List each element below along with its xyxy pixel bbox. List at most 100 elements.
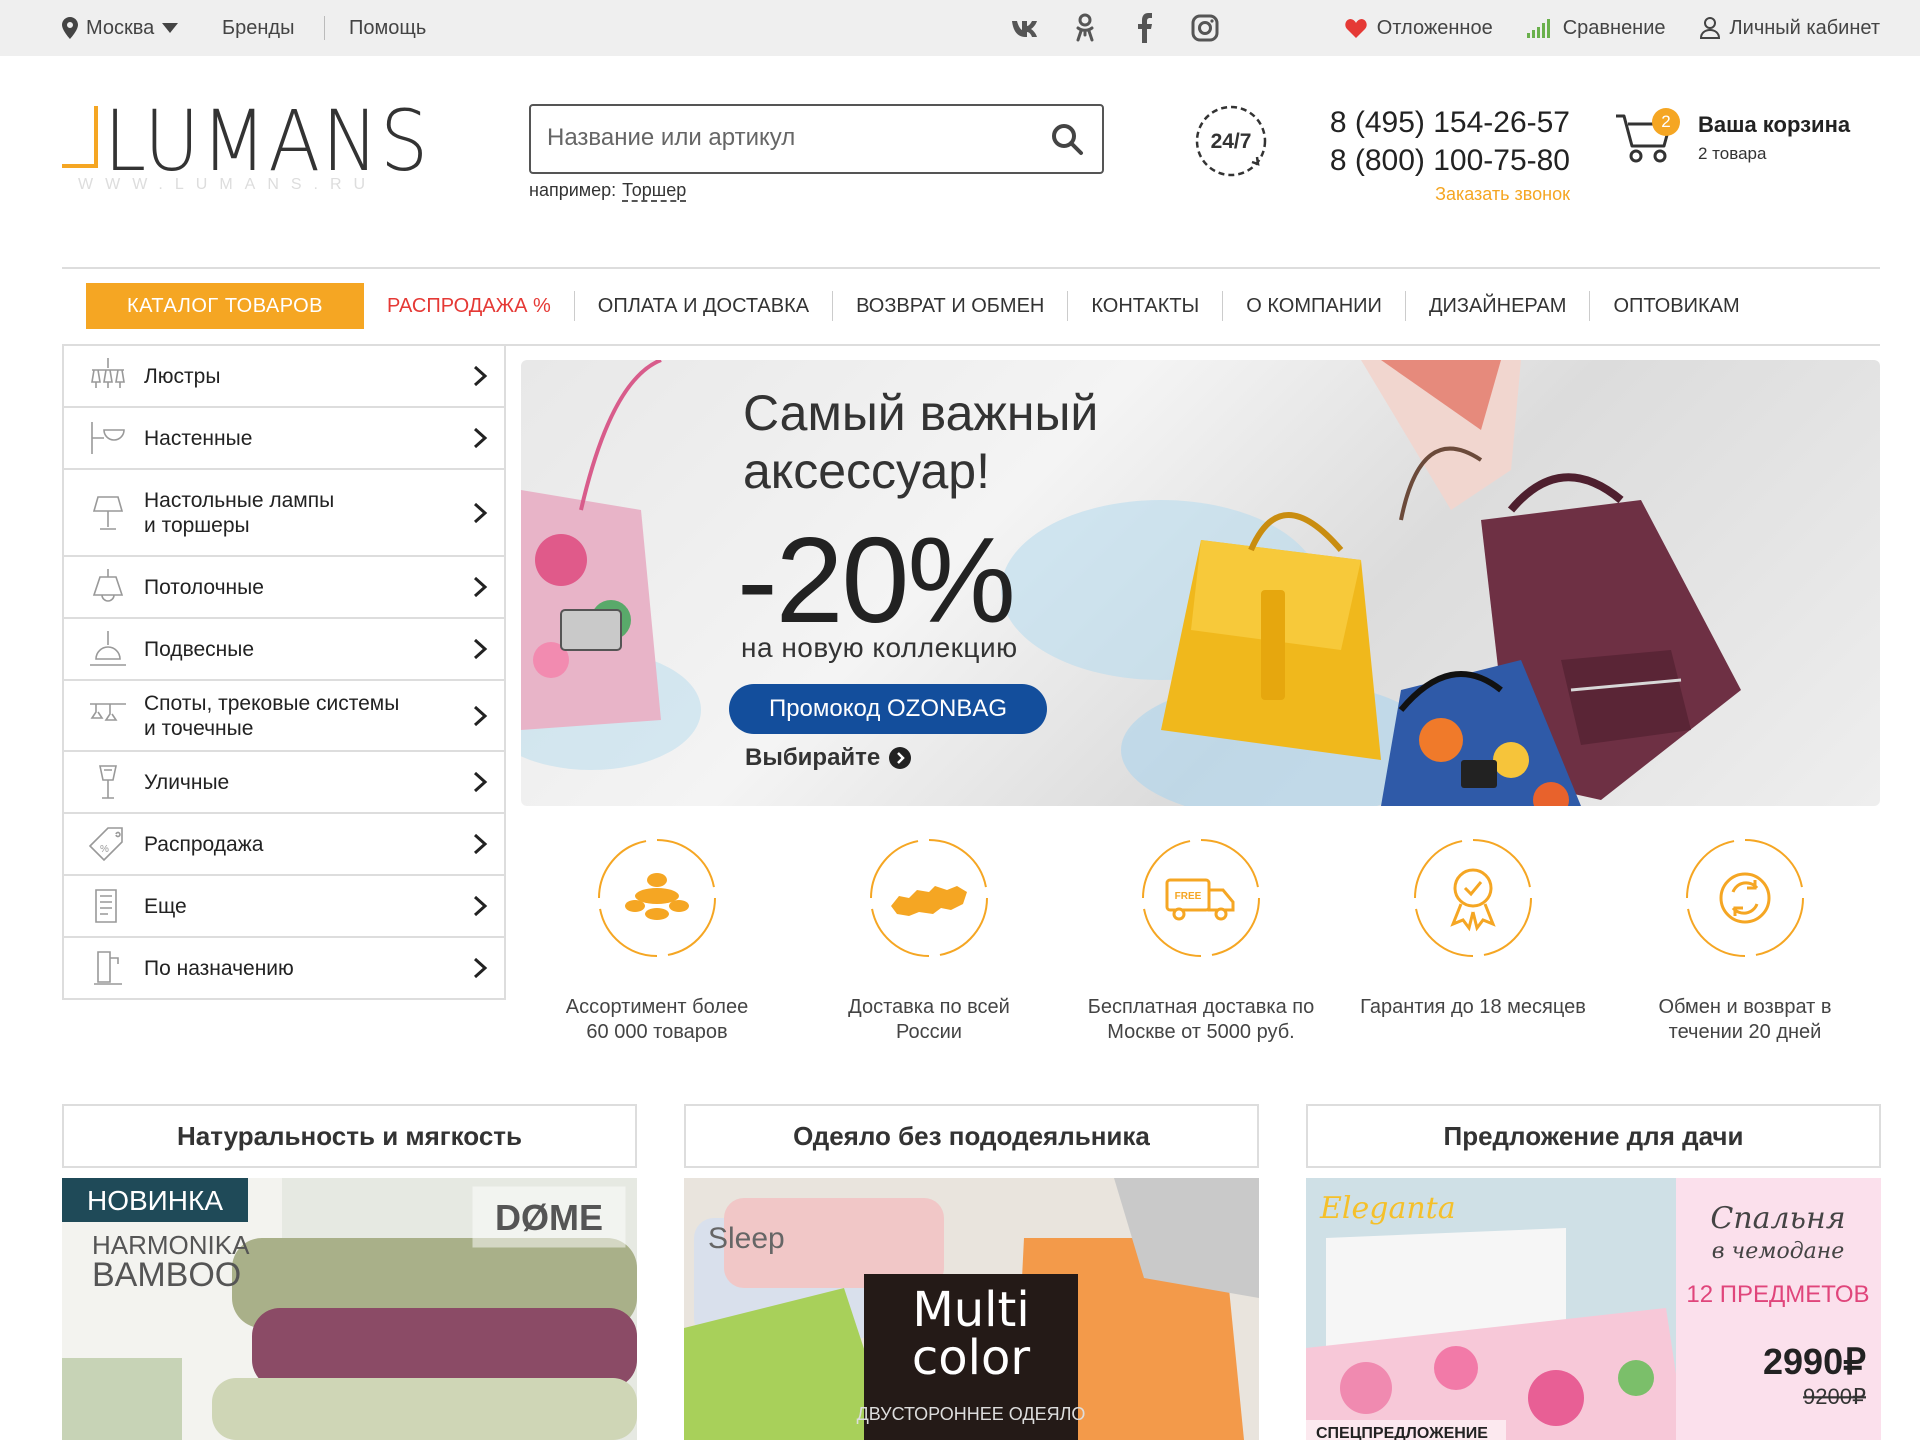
instagram-icon[interactable] [1190,13,1220,43]
sidebar-item-label-2: и точечные [144,716,254,740]
chevron-right-icon [473,365,488,387]
card-tag-2: в чемодане [1712,1239,1845,1264]
city-selector[interactable]: Москва [62,16,179,40]
card-tag: Спальня [1710,1201,1845,1236]
promo-card-blanket[interactable]: Одеяло без пододеяльника Sleep Multi col… [684,1104,1259,1440]
promo-card-dacha[interactable]: Предложение для дачи Eleganta Спальня в … [1306,1104,1881,1440]
sidebar-item-chandeliers[interactable]: Люстры [64,344,504,406]
sidebar-item-more[interactable]: Еще [64,874,504,936]
facebook-icon[interactable] [1130,13,1160,43]
card-title: Предложение для дачи [1306,1104,1881,1168]
brands-link[interactable]: Бренды [222,17,294,40]
nav-contacts[interactable]: КОНТАКТЫ [1067,291,1222,321]
card-tag: НОВИНКА [87,1185,223,1216]
search-hint: например: Торшер [529,180,687,202]
wall-lamp-icon [91,422,125,454]
search-hint-prefix: например: [529,180,617,200]
sidebar-item-label: Распродажа [144,832,264,856]
chevron-right-icon [473,895,488,917]
feature-text-1: Обмен и возврат в [1658,996,1832,1018]
cart[interactable]: 2 Ваша корзина 2 товара [1614,104,1904,174]
card-title: Одеяло без пододеяльника [684,1104,1259,1168]
phone-moscow[interactable]: 8 (495) 154-26-57 [1300,104,1570,142]
card-tag-3: BAMBOO [92,1256,241,1294]
user-links: Отложенное Сравнение Личный кабинет [1345,17,1880,40]
promo-code-badge[interactable]: Промокод OZONBAG [729,684,1047,734]
nav-wholesale[interactable]: ОПТОВИКАМ [1589,291,1762,321]
feature-text-2: 60 000 товаров [586,1021,728,1043]
sidebar-item-label: Уличные [144,770,230,794]
feature-text-2: Москве от 5000 руб. [1107,1021,1295,1043]
cart-count-badge: 2 [1652,108,1680,136]
callback-link[interactable]: Заказать звонок [1300,184,1570,205]
card-image: НОВИНКА HARMONIKA BAMBOO DØME [62,1178,637,1440]
nav-about[interactable]: О КОМПАНИИ [1222,291,1405,321]
promo-banner[interactable]: Самый важный аксессуар! -20% на новую ко… [521,360,1880,806]
cart-title: Ваша корзина [1698,112,1851,137]
table-lamp-icon [92,495,124,530]
nav-designers[interactable]: ДИЗАЙНЕРАМ [1404,291,1590,321]
vk-icon[interactable] [1010,13,1040,43]
card-brand: DØME [495,1197,603,1238]
sidebar-item-spots[interactable]: Споты, трековые системы и точечные [64,679,504,750]
sidebar-item-wall[interactable]: Настенные [64,406,504,468]
nav-returns[interactable]: ВОЗВРАТ И ОБМЕН [832,291,1067,321]
heart-icon [1345,19,1367,38]
feature-guarantee: Гарантия до 18 месяцев [1337,836,1609,1020]
phone-free[interactable]: 8 (800) 100-75-80 [1300,142,1570,180]
features: Ассортимент более 60 000 товаров Доставка… [521,836,1880,1043]
feature-text-1: Гарантия до 18 месяцев [1360,996,1586,1018]
search-icon[interactable] [1050,122,1084,156]
logo-url: WWW.LUMANS.RU [78,176,378,193]
social-links [1010,13,1220,43]
ceiling-lamp-icon [92,569,124,602]
feature-exchange: Обмен и возврат в течении 20 дней [1609,836,1881,1045]
card-brand: Eleganta [1319,1191,1456,1226]
banner-cta[interactable]: Выбирайте [745,744,912,772]
chevron-right-icon [473,427,488,449]
chevron-right-icon [473,957,488,979]
sidebar-item-pendant[interactable]: Подвесные [64,617,504,679]
feature-text-1: Бесплатная доставка по [1087,996,1315,1018]
search-input[interactable] [531,106,1011,170]
favorites-link[interactable]: Отложенное [1345,17,1493,40]
feature-assortment: Ассортимент более 60 000 товаров [521,836,793,1045]
chevron-down-icon [162,23,179,33]
banner-headline: Самый важный аксессуар! [743,384,1098,500]
catalog-button[interactable]: КАТАЛОГ ТОВАРОВ [86,283,364,329]
nav-payment-delivery[interactable]: ОПЛАТА И ДОСТАВКА [573,291,832,321]
sidebar-item-outdoor[interactable]: Уличные [64,750,504,812]
promo-card-towels[interactable]: Натуральность и мягкость НОВИНКА HARMONI… [62,1104,637,1440]
chevron-right-icon [473,771,488,793]
nav-sale[interactable]: РАСПРОДАЖА % [364,291,574,321]
sidebar-item-ceiling[interactable]: Потолочные [64,555,504,617]
sidebar-item-label: Подвесные [144,637,255,661]
chevron-right-icon [473,502,488,523]
pendant-lamp-icon [90,631,126,666]
city-label: Москва [86,16,155,39]
sidebar-item-label: Настенные [144,426,253,450]
logo[interactable]: LUMANS WWW.LUMANS.RU [62,92,428,206]
odnoklassniki-icon[interactable] [1070,13,1100,43]
logo-mark [62,106,98,168]
compare-link[interactable]: Сравнение [1526,16,1666,40]
cart-items: 2 товара [1698,144,1767,163]
sidebar-item-purpose[interactable]: По назначению [64,936,504,998]
banner-headline-line1: Самый важный [743,385,1099,441]
search-hint-example[interactable]: Торшер [622,180,687,202]
street-lamp-icon [99,765,117,799]
card-price: 2990₽ [1763,1341,1866,1382]
help-link[interactable]: Помощь [349,17,426,40]
sidebar-item-table-lamps[interactable]: Настольные лампы и торшеры [64,468,504,555]
banner-cta-label: Выбирайте [745,744,881,771]
feature-text-1: Ассортимент более [565,996,749,1018]
card-title: Натуральность и мягкость [62,1104,637,1168]
chevron-right-icon [473,576,488,598]
banner-headline-line2: аксессуар! [743,443,990,499]
card-image: Sleep Multi color ДВУСТОРОННЕЕ ОДЕЯЛО [684,1178,1259,1440]
card-old-price: 9200₽ [1803,1384,1866,1409]
phones: 8 (495) 154-26-57 8 (800) 100-75-80 Зака… [1300,104,1570,205]
sidebar-item-sale[interactable]: % Распродажа [64,812,504,874]
compare-label: Сравнение [1562,16,1666,39]
account-link[interactable]: Личный кабинет [1699,17,1880,40]
